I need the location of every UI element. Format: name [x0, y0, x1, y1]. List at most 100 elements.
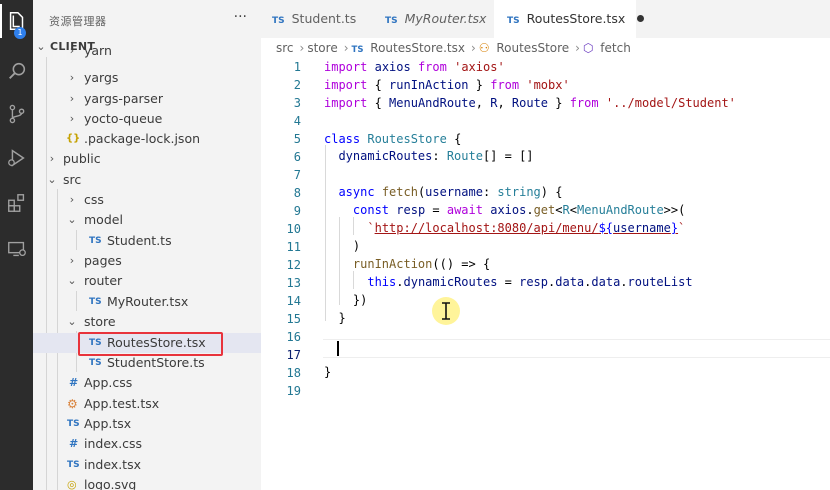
code-line-5: class RoutesStore { — [324, 132, 462, 146]
code-line-1: import axios from 'axios' — [324, 60, 505, 74]
tab-student-ts[interactable]: TS Student.ts — [272, 0, 380, 38]
unsaved-dot-icon[interactable] — [637, 15, 645, 22]
tree-file-app-tsx[interactable]: TS App.tsx — [33, 414, 261, 434]
tree-file-package-lock[interactable]: {} .package-lock.json — [33, 129, 261, 149]
tree-file-studentstore[interactable]: TS StudentStore.ts — [33, 353, 261, 373]
line-number: 18 — [286, 366, 301, 380]
explorer-sidebar: 资源管理器 ··· ⌄ CLIENT › yarn › yargs › yarg… — [33, 0, 261, 490]
typescript-file-icon: TS — [385, 16, 398, 26]
chevron-right-icon: › — [470, 41, 476, 55]
tree-item-label: App.tsx — [84, 416, 132, 431]
typescript-file-icon: TS — [507, 16, 520, 26]
tree-file-app-test[interactable]: ⚙ App.test.tsx — [33, 394, 261, 414]
tree-file-app-css[interactable]: # App.css — [33, 373, 261, 393]
tree-folder-css[interactable]: › css — [33, 190, 261, 210]
tab-routesstore[interactable]: TS RoutesStore.tsx — [494, 0, 645, 38]
tab-label: Student.ts — [291, 11, 357, 26]
tree-folder-public[interactable]: › public — [33, 149, 261, 169]
line-number: 11 — [286, 240, 301, 254]
chevron-right-icon: › — [69, 71, 75, 84]
line-number: 10 — [286, 222, 301, 236]
chevron-down-icon: ⌄ — [47, 173, 57, 186]
line-number: 5 — [293, 132, 301, 146]
tree-item-label: App.test.tsx — [84, 396, 160, 411]
editor-tab-bar: TS Student.ts TS MyRouter.tsx TS RoutesStor… — [261, 0, 830, 38]
tree-folder-store[interactable]: ⌄ store — [33, 312, 261, 332]
tree-item-label: .package-lock.json — [84, 131, 201, 146]
tree-folder-pages[interactable]: › pages — [33, 251, 261, 271]
notification-badge: 1 — [14, 27, 26, 39]
code-line-11: ) — [324, 239, 361, 253]
tree-folder-router[interactable]: ⌄ router — [33, 271, 261, 291]
tree-folder-yocto-queue[interactable]: › yocto-queue — [33, 109, 261, 129]
breadcrumb-store[interactable]: store — [307, 41, 337, 55]
chevron-right-icon: › — [343, 41, 349, 55]
tree-file-index-css[interactable]: # index.css — [33, 434, 261, 454]
code-line-18: } — [324, 365, 332, 379]
tree-folder-yargs-parser[interactable]: › yargs-parser — [33, 89, 261, 109]
css-file-icon: # — [69, 437, 79, 450]
tree-item-label: yargs-parser — [84, 91, 164, 106]
tree-item-label: logo.svg — [84, 477, 137, 490]
tree-item-label: yocto-queue — [84, 111, 163, 126]
breadcrumb-src[interactable]: src — [276, 41, 294, 55]
code-editor[interactable]: 1 2 3 4 5 6 7 8 9 10 11 12 13 14 15 16 17 18 19 import axi… — [261, 58, 830, 490]
chevron-down-icon: ⌄ — [67, 315, 77, 328]
annotation-highlight-box — [78, 332, 223, 356]
code-line-13: this.dynamicRoutes = resp.data.data.rout… — [367, 275, 693, 289]
tab-label: MyRouter.tsx — [404, 11, 487, 26]
explorer-title: 资源管理器 — [49, 15, 107, 28]
typescript-file-icon: TS — [272, 16, 285, 26]
code-line-2: import { runInAction } from 'mobx' — [324, 78, 570, 92]
explorer-header: 资源管理器 ··· — [33, 0, 261, 38]
line-number: 9 — [293, 204, 301, 218]
line-number: 8 — [293, 186, 301, 200]
tree-item-label: css — [84, 192, 104, 207]
remote-explorer-icon[interactable] — [0, 232, 33, 266]
tree-file-logo-svg[interactable]: ◎ logo.svg — [33, 475, 261, 490]
tree-file-myrouter[interactable]: TS MyRouter.tsx — [33, 292, 261, 312]
line-number: 12 — [286, 258, 301, 272]
line-number: 7 — [293, 168, 301, 182]
extensions-icon[interactable] — [0, 186, 33, 220]
run-debug-icon[interactable] — [0, 141, 33, 175]
code-line-14: }) — [324, 293, 368, 307]
chevron-right-icon: › — [69, 112, 75, 125]
chevron-right-icon: › — [69, 48, 75, 57]
tree-item-label: index.tsx — [84, 457, 141, 472]
tree-item-label: StudentStore.ts — [107, 355, 205, 370]
breadcrumb-file[interactable]: RoutesStore.tsx — [370, 41, 465, 55]
tree-item-label: src — [63, 172, 82, 187]
tree-folder-yarn[interactable]: › yarn — [33, 48, 261, 61]
search-icon[interactable] — [0, 54, 33, 88]
line-number: 3 — [293, 96, 301, 110]
tab-myrouter[interactable]: TS MyRouter.tsx — [385, 0, 493, 38]
source-control-icon[interactable] — [0, 97, 33, 131]
tree-folder-yargs[interactable]: › yargs — [33, 68, 261, 88]
chevron-down-icon: ⌄ — [67, 213, 77, 226]
line-number: 17 — [286, 348, 301, 362]
method-symbol-icon: ⬡ — [582, 41, 594, 55]
tree-folder-src[interactable]: ⌄ src — [33, 170, 261, 190]
line-number: 2 — [293, 78, 301, 92]
typescript-file-icon: TS — [89, 358, 102, 368]
line-number: 6 — [293, 150, 301, 164]
breadcrumb-method[interactable]: fetch — [600, 41, 631, 55]
text-cursor — [337, 341, 339, 356]
tree-folder-model[interactable]: ⌄ model — [33, 210, 261, 230]
typescript-file-icon: TS — [67, 460, 80, 470]
typescript-file-icon: TS — [89, 297, 102, 307]
line-number: 19 — [286, 384, 301, 398]
breadcrumb-class[interactable]: RoutesStore — [496, 41, 569, 55]
more-actions-icon[interactable]: ··· — [234, 9, 247, 25]
test-file-icon: ⚙ — [67, 397, 78, 411]
line-number: 16 — [286, 330, 301, 344]
chevron-down-icon: ⌄ — [67, 274, 77, 287]
tree-file-index-tsx[interactable]: TS index.tsx — [33, 455, 261, 475]
typescript-file-icon: TS — [351, 45, 364, 55]
line-number: 4 — [293, 114, 301, 128]
files-icon[interactable]: 1 — [0, 4, 33, 39]
tree-item-label: index.css — [84, 436, 143, 451]
chevron-right-icon: › — [299, 41, 305, 55]
tree-file-student-ts[interactable]: TS Student.ts — [33, 231, 261, 251]
